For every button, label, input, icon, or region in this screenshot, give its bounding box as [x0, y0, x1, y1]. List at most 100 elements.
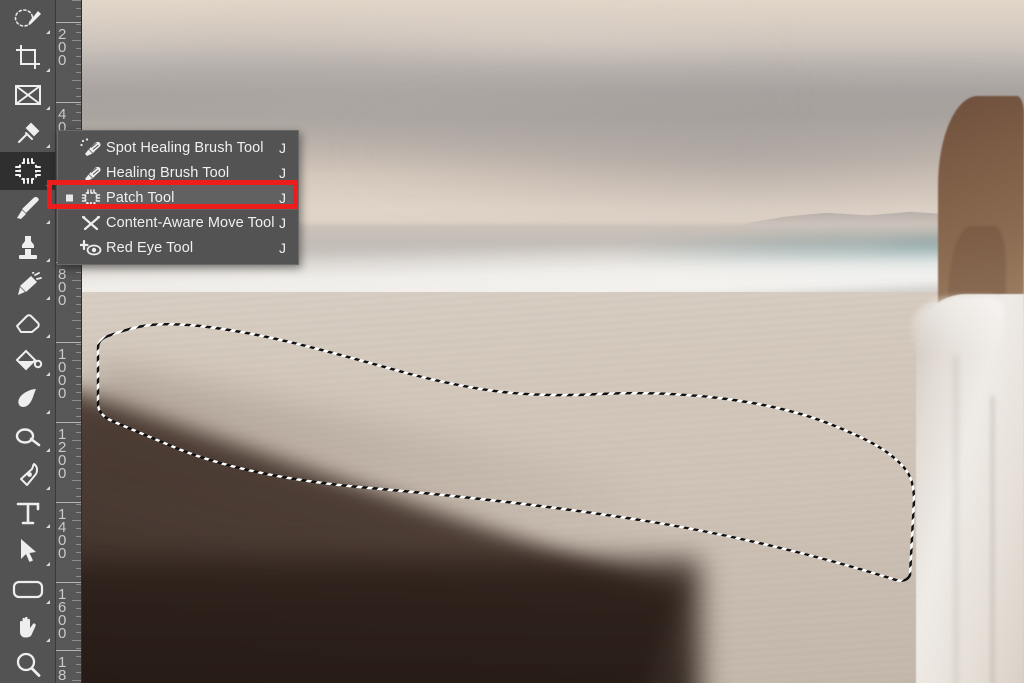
- vertical-ruler[interactable]: 20040060080010001200140016001800: [55, 0, 82, 683]
- tool-patch[interactable]: [0, 152, 55, 190]
- tool-expand-corner[interactable]: [46, 334, 50, 338]
- menu-item-content-aware-move[interactable]: Content-Aware Move Tool J: [58, 210, 298, 235]
- tool-expand-corner[interactable]: [46, 30, 50, 34]
- menu-item-spot-healing-brush[interactable]: Spot Healing Brush Tool J: [58, 135, 298, 160]
- image-canvas[interactable]: [80, 0, 1024, 683]
- shoulder-highlight: [912, 296, 1004, 356]
- ruler-tick: [76, 648, 81, 649]
- menu-item-label: Content-Aware Move Tool: [106, 214, 275, 231]
- patch-tool-icon: [80, 188, 102, 208]
- tool-expand-corner[interactable]: [46, 220, 50, 224]
- menu-item-shortcut: J: [279, 214, 286, 231]
- tool-expand-corner[interactable]: [46, 68, 50, 72]
- ruler-tick-major: [56, 422, 81, 423]
- ruler-tick: [76, 344, 81, 345]
- tools-panel[interactable]: [0, 0, 56, 683]
- ruler-tick: [76, 576, 81, 577]
- ruler-tick-major: [56, 502, 81, 503]
- ruler-tick: [76, 104, 81, 105]
- tool-eraser[interactable]: [0, 304, 55, 342]
- menu-item-shortcut: J: [279, 164, 286, 181]
- ruler-tick-major: [56, 102, 81, 103]
- ruler-tick: [76, 96, 81, 97]
- tool-path-selection[interactable]: [0, 532, 55, 570]
- ruler-tick-mid: [72, 80, 81, 81]
- tool-pen[interactable]: [0, 456, 55, 494]
- ruler-label: 200: [58, 26, 67, 69]
- ruler-tick: [76, 488, 81, 489]
- tool-expand-corner[interactable]: [46, 258, 50, 262]
- tool-eyedropper[interactable]: [0, 114, 55, 152]
- tool-gradient[interactable]: [0, 342, 55, 380]
- ruler-tick: [76, 72, 81, 73]
- content-aware-move-icon: [80, 213, 102, 233]
- ruler-tick: [76, 336, 81, 337]
- tool-expand-corner[interactable]: [46, 524, 50, 528]
- ruler-label: 1800: [58, 654, 67, 683]
- ruler-tick-mid: [72, 400, 81, 401]
- tool-expand-corner[interactable]: [46, 486, 50, 490]
- tool-expand-corner[interactable]: [46, 296, 50, 300]
- ruler-tick-mid: [72, 320, 81, 321]
- tool-expand-corner[interactable]: [46, 410, 50, 414]
- spot-healing-brush-icon: [80, 137, 102, 158]
- ruler-tick: [76, 16, 81, 17]
- menu-item-shortcut: J: [279, 139, 286, 156]
- ruler-tick: [76, 504, 81, 505]
- tool-history-brush[interactable]: [0, 266, 55, 304]
- tool-expand-corner[interactable]: [46, 448, 50, 452]
- ruler-tick: [76, 416, 81, 417]
- ruler-tick: [76, 328, 81, 329]
- menu-item-patch-tool[interactable]: Patch Tool J: [47, 180, 298, 210]
- tool-brush[interactable]: [0, 190, 55, 228]
- ruler-label: 1600: [58, 586, 67, 642]
- selected-bullet: [66, 194, 73, 201]
- tool-expand-corner[interactable]: [46, 144, 50, 148]
- ruler-tick-major: [56, 582, 81, 583]
- tool-expand-corner[interactable]: [46, 600, 50, 604]
- ruler-tick: [76, 408, 81, 409]
- shirt-fold-2: [954, 356, 958, 683]
- ruler-tick-major: [56, 22, 81, 23]
- tool-expand-corner[interactable]: [46, 372, 50, 376]
- ruler-label: 800: [58, 266, 67, 309]
- ruler-label: 1200: [58, 426, 67, 482]
- ruler-tick: [76, 24, 81, 25]
- ruler-tick-mid: [72, 560, 81, 561]
- tool-expand-corner[interactable]: [46, 106, 50, 110]
- tool-zoom[interactable]: [0, 646, 55, 683]
- ruler-label: 1000: [58, 346, 67, 402]
- tool-frame[interactable]: [0, 76, 55, 114]
- tool-expand-corner[interactable]: [46, 638, 50, 642]
- ruler-tick: [76, 312, 81, 313]
- ruler-tick: [76, 496, 81, 497]
- ruler-tick: [76, 584, 81, 585]
- ruler-tick: [76, 8, 81, 9]
- tool-type[interactable]: [0, 494, 55, 532]
- ruler-tick-major: [56, 342, 81, 343]
- tool-clone-stamp[interactable]: [0, 228, 55, 266]
- tool-rectangle[interactable]: [0, 570, 55, 608]
- tool-crop[interactable]: [0, 38, 55, 76]
- tool-hand[interactable]: [0, 608, 55, 646]
- tool-quick-selection[interactable]: [0, 0, 55, 38]
- tool-dodge[interactable]: [0, 418, 55, 456]
- ruler-tick-mid: [72, 480, 81, 481]
- menu-item-red-eye[interactable]: Red Eye Tool J: [58, 235, 298, 260]
- healing-brush-icon: [80, 163, 102, 183]
- ruler-label: 1400: [58, 506, 67, 562]
- tool-expand-corner[interactable]: [46, 562, 50, 566]
- menu-item-label: Spot Healing Brush Tool: [106, 139, 264, 156]
- person-figure: [912, 96, 1024, 683]
- sand-cast-shadow-2: [80, 560, 700, 683]
- tool-expand-corner[interactable]: [46, 182, 50, 186]
- shirt-fold: [991, 396, 994, 683]
- healing-tools-flyout[interactable]: Spot Healing Brush Tool J Healing Brush …: [47, 130, 299, 265]
- photoshop-window: 20040060080010001200140016001800: [0, 0, 1024, 683]
- red-eye-icon: [80, 238, 102, 258]
- ruler-tick: [76, 88, 81, 89]
- tool-blur[interactable]: [0, 380, 55, 418]
- menu-item-shortcut: J: [279, 239, 286, 256]
- menu-item-healing-brush[interactable]: Healing Brush Tool J: [58, 160, 298, 185]
- menu-item-label: Patch Tool: [106, 189, 175, 206]
